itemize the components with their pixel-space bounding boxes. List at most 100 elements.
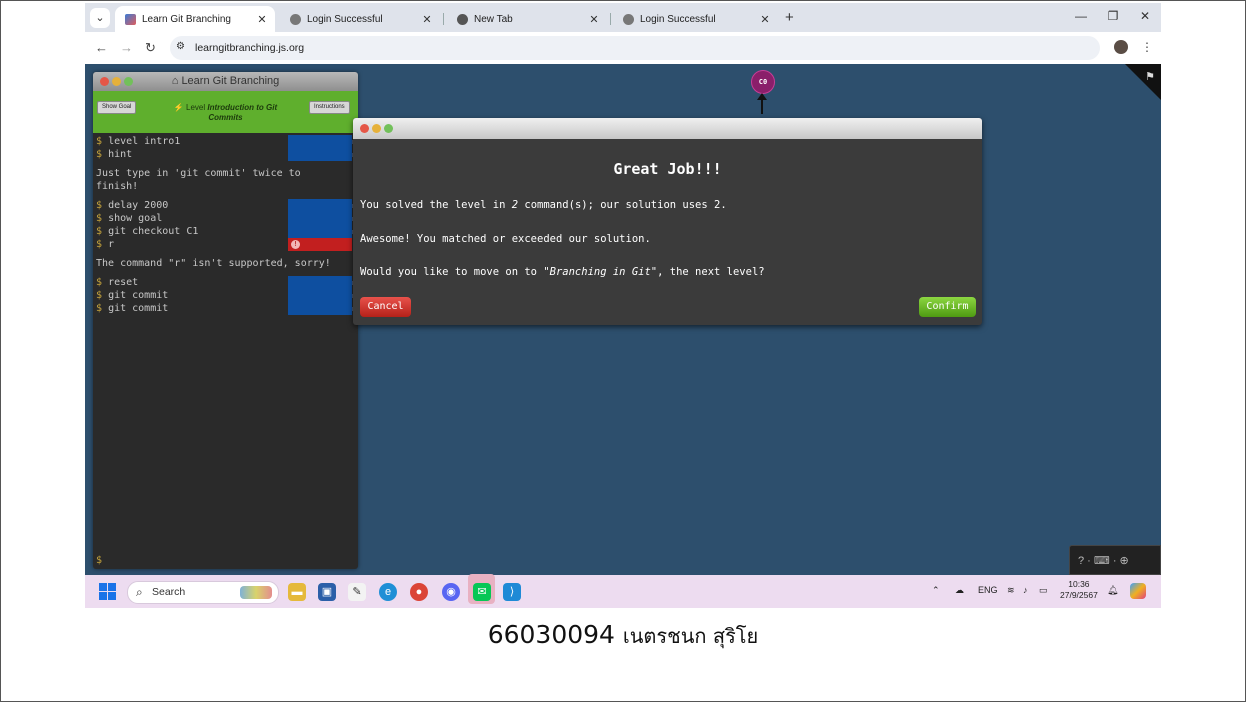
chrome-icon[interactable]: ●: [410, 583, 428, 601]
clock-date: 27/9/2567: [1060, 590, 1098, 600]
confirm-button[interactable]: Confirm: [919, 297, 976, 317]
level-label: ⚡ Level Introduction to Git Commits: [168, 103, 283, 123]
file-explorer-icon[interactable]: ▬: [288, 583, 306, 601]
maximize-light-icon[interactable]: [384, 124, 393, 133]
close-icon[interactable]: ✕: [758, 13, 772, 26]
browser-window: ⌄ Learn Git Branching ✕ Login Successful…: [85, 3, 1161, 608]
prompt-symbol: $: [96, 136, 103, 147]
search-label: Search: [152, 586, 186, 598]
search-icon: ⌕: [136, 585, 143, 599]
solved-text-post: command(s); our solution uses 2.: [518, 199, 727, 211]
copilot-icon[interactable]: [1130, 583, 1146, 599]
battery-icon[interactable]: ▭: [1039, 585, 1048, 596]
profile-avatar[interactable]: [1114, 40, 1128, 54]
globe-icon: [290, 13, 301, 25]
error-output: The command "r" isn't supported, sorry!: [96, 258, 331, 269]
command-text: hint: [108, 149, 133, 160]
prompt-symbol: $: [96, 277, 103, 288]
next-text-post: , the next level?: [657, 266, 765, 278]
tab-learn-git-branching[interactable]: Learn Git Branching ✕: [115, 6, 275, 32]
minimize-icon[interactable]: —: [1071, 9, 1091, 23]
clock-time: 10:36: [1068, 579, 1090, 589]
history-line: $ git checkout C1 ☑: [96, 225, 358, 238]
history-line: $ level intro1 ☑: [96, 135, 358, 148]
octocat-icon[interactable]: ⚑: [1145, 70, 1155, 83]
tab-strip: ⌄ Learn Git Branching ✕ Login Successful…: [85, 3, 1161, 32]
awesome-message: Awesome! You matched or exceeded our sol…: [360, 233, 651, 245]
close-icon[interactable]: ✕: [255, 13, 269, 26]
window-close-icon[interactable]: ✕: [1135, 9, 1155, 23]
cloud-sync-icon[interactable]: ☁: [955, 585, 964, 596]
commit-node-c0[interactable]: C0: [751, 70, 775, 94]
reload-icon[interactable]: ↻: [145, 40, 156, 56]
tab-separator: [443, 13, 444, 25]
fork-ribbon[interactable]: [1125, 64, 1161, 100]
status-ok-bar: [288, 276, 352, 289]
history-line: $ reset ☑: [96, 276, 358, 289]
close-icon[interactable]: ✕: [420, 13, 434, 26]
windows-start-icon[interactable]: [99, 583, 116, 600]
prompt-symbol: $: [96, 200, 103, 211]
forward-icon[interactable]: →: [120, 40, 133, 55]
command-text: git checkout C1: [108, 226, 199, 237]
dialog-heading: Great Job!!!: [613, 160, 722, 178]
chrome-icon: [457, 13, 468, 25]
head-arrow-line: [761, 94, 763, 114]
lightning-icon: ⚡: [173, 103, 184, 112]
student-id: 66030094: [487, 620, 615, 649]
status-ok-bar: [288, 148, 352, 161]
restore-icon[interactable]: ❐: [1103, 9, 1123, 23]
store-icon[interactable]: ▣: [318, 583, 336, 601]
instructions-button[interactable]: Instructions: [309, 101, 350, 114]
language-indicator[interactable]: ENG: [978, 585, 998, 595]
tab-new-tab[interactable]: New Tab ✕: [447, 6, 607, 32]
tab-login-successful-1[interactable]: Login Successful ✕: [280, 6, 440, 32]
tab-search-icon[interactable]: ⌄: [90, 8, 110, 28]
close-light-icon[interactable]: [360, 124, 369, 133]
terminal-history: $ level intro1 ☑ $ hint ☑ Just type in '…: [93, 133, 358, 315]
window-lights: [360, 124, 393, 133]
tab-title: Login Successful: [640, 13, 716, 25]
wifi-icon[interactable]: ≋: [1007, 585, 1015, 596]
tab-login-successful-2[interactable]: Login Successful ✕: [613, 6, 778, 32]
dialog-titlebar: [353, 118, 982, 139]
line-icon[interactable]: ✉: [473, 583, 491, 601]
help-controls[interactable]: ? · ⌨ · ⊕: [1069, 545, 1161, 575]
menu-kebab-icon[interactable]: ⋮: [1141, 40, 1153, 54]
tab-separator: [610, 13, 611, 25]
minimize-light-icon[interactable]: [372, 124, 381, 133]
history-line: $ r !: [96, 238, 358, 251]
command-text: reset: [108, 277, 139, 288]
back-icon[interactable]: ←: [95, 40, 108, 55]
command-text: show goal: [108, 213, 163, 224]
command-input[interactable]: $: [96, 555, 102, 566]
app-icon[interactable]: ✎: [348, 583, 366, 601]
status-ok-bar: [288, 135, 352, 148]
system-clock[interactable]: 10:36 27/9/2567: [1060, 579, 1098, 601]
command-text: r: [108, 239, 115, 250]
status-ok-bar: [288, 225, 352, 238]
next-level-message: Would you like to move on to "Branching …: [360, 266, 765, 278]
status-error-bar: !: [288, 238, 352, 251]
command-terminal: ⌂ Learn Git Branching Show Goal ⚡ Level …: [93, 72, 358, 569]
prompt-symbol: $: [96, 239, 103, 250]
vscode-icon[interactable]: ⟩: [503, 583, 521, 601]
notification-bell-icon[interactable]: 🔔︎: [1107, 585, 1118, 596]
url-omnibox[interactable]: ⚙ learngitbranching.js.org ☆: [170, 36, 1100, 60]
terminal-toolbar: Show Goal ⚡ Level Introduction to Git Co…: [93, 91, 358, 133]
site-settings-icon[interactable]: ⚙: [176, 41, 185, 52]
status-ok-bar: [288, 212, 352, 225]
volume-icon[interactable]: ♪: [1023, 585, 1028, 595]
history-line: $ show goal ☑: [96, 212, 358, 225]
show-goal-button[interactable]: Show Goal: [97, 101, 137, 114]
edge-icon[interactable]: e: [379, 583, 397, 601]
taskbar-search[interactable]: ⌕ Search: [127, 581, 279, 604]
windows-taskbar: ⌕ Search ▬ ▣ ✎ e ● ◉ ✉ ⟩ ⌃ ☁ ENG ≋ ♪ ▭ 1…: [85, 574, 1161, 608]
discord-icon[interactable]: ◉: [442, 583, 460, 601]
close-icon[interactable]: ✕: [587, 13, 601, 26]
tray-chevron-icon[interactable]: ⌃: [932, 585, 940, 596]
tab-title: Login Successful: [307, 13, 383, 25]
new-tab-button[interactable]: +: [785, 9, 794, 26]
level-name: Introduction to Git Commits: [207, 103, 278, 122]
cancel-button[interactable]: Cancel: [360, 297, 411, 317]
